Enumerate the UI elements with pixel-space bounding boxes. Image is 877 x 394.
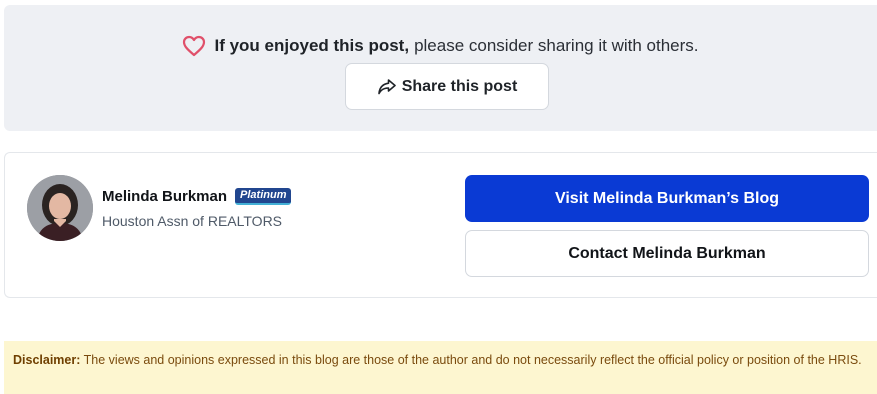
contact-author-button[interactable]: Contact Melinda Burkman (465, 230, 869, 277)
avatar-photo (27, 175, 93, 241)
visit-blog-button[interactable]: Visit Melinda Burkman’s Blog (465, 175, 869, 222)
heart-icon (183, 35, 206, 57)
share-post-label: Share this post (401, 77, 518, 95)
share-prompt-bold: If you enjoyed this post, (214, 36, 410, 55)
share-prompt-text: please consider sharing it with others. (414, 36, 699, 55)
disclaimer-text: The views and opinions expressed in this… (83, 353, 862, 367)
share-arrow-icon (377, 78, 396, 94)
author-name-row: Melinda Burkman Platinum (102, 188, 292, 205)
disclaimer-label: Disclaimer: (13, 353, 81, 367)
author-organization: Houston Assn of REALTORS (102, 213, 283, 229)
share-post-button[interactable]: Share this post (345, 63, 549, 110)
share-prompt: If you enjoyed this post, please conside… (4, 35, 877, 57)
disclaimer: Disclaimer: The views and opinions expre… (4, 341, 877, 394)
avatar (27, 175, 93, 241)
author-name: Melinda Burkman (102, 188, 228, 205)
author-card: Melinda Burkman Platinum Houston Assn of… (4, 152, 877, 298)
share-panel: If you enjoyed this post, please conside… (4, 5, 877, 131)
platinum-badge: Platinum (235, 188, 292, 205)
